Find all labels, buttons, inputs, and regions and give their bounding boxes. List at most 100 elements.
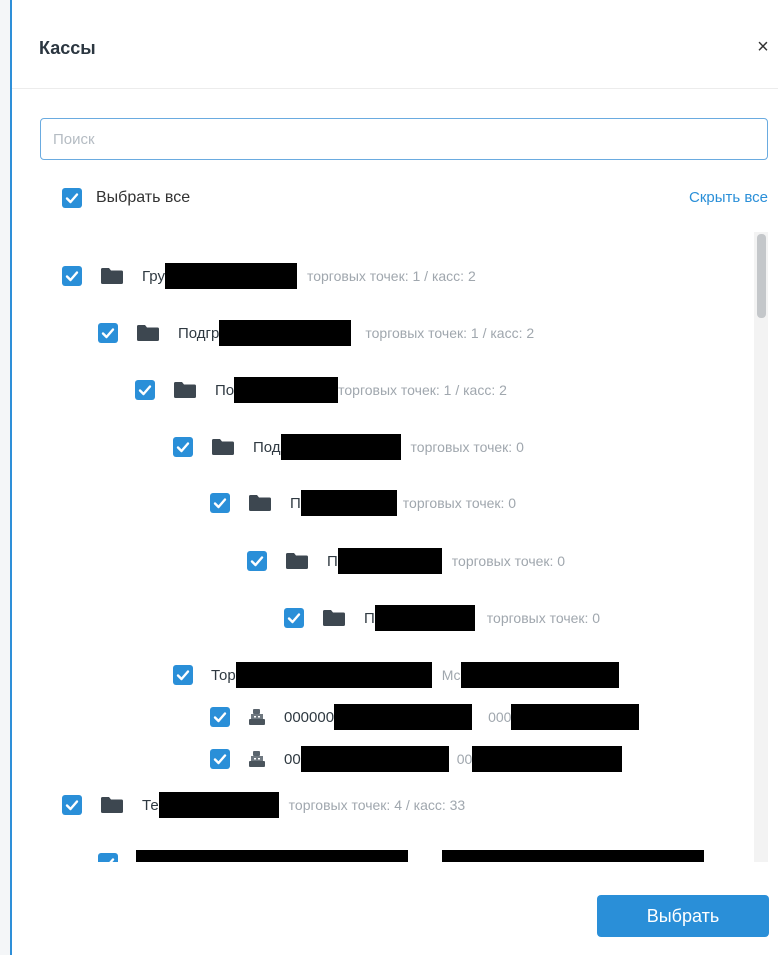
redaction-block <box>300 746 449 772</box>
row-checkbox[interactable] <box>284 608 304 628</box>
tree-item-name: Гру <box>142 263 297 289</box>
tree-row[interactable]: Гру торговых точек: 1 / касс: 2 <box>62 263 476 289</box>
tree-row[interactable]: 00 00 <box>210 746 623 772</box>
tree-item-name-text: П <box>364 609 375 627</box>
row-checkbox[interactable] <box>62 795 82 815</box>
tree-item-meta-text: торговых точек: 0 <box>486 610 601 626</box>
scrollbar[interactable] <box>754 232 768 862</box>
row-checkbox[interactable] <box>173 665 193 685</box>
tree-item-name: Те <box>142 792 279 818</box>
tree-item-name: Под <box>253 434 401 460</box>
tree-item-meta: торговых точек: 0 <box>452 553 565 569</box>
redaction-block <box>280 434 401 460</box>
redaction-block <box>235 662 432 688</box>
tree-item-meta-text: торговых точек: 0 <box>402 495 517 511</box>
folder-icon <box>211 438 235 456</box>
hide-all-link[interactable]: Скрыть все <box>689 189 768 206</box>
folder-icon <box>136 324 160 342</box>
tree-item-name-text: Тор <box>211 666 236 684</box>
redaction-block <box>164 263 297 289</box>
tree-item-name: П <box>364 605 475 631</box>
checkbox-checked-icon[interactable] <box>62 188 82 208</box>
tree-item-meta-text: торговых точек: 0 <box>410 439 524 455</box>
redaction-block <box>300 490 397 516</box>
tree-row[interactable]: Пторговых точек: 0 <box>210 490 516 516</box>
tree-row[interactable] <box>98 850 704 862</box>
row-checkbox[interactable] <box>98 323 118 343</box>
folder-icon <box>173 381 197 399</box>
redaction-block <box>136 850 408 862</box>
tree-item-name-text: Под <box>253 438 281 456</box>
tree-row[interactable]: Под торговых точек: 0 <box>173 434 524 460</box>
tree-item-meta-text: Мс <box>441 667 461 683</box>
tree-item-meta: Мс <box>442 662 619 688</box>
tree-item-meta: торговых точек: 0 <box>411 439 524 455</box>
tree-item-name: 00 <box>284 746 449 772</box>
row-checkbox[interactable] <box>247 551 267 571</box>
redaction-block <box>337 548 442 574</box>
redaction-block <box>219 320 352 346</box>
redaction-block <box>511 704 640 730</box>
tree-item-name-text: По <box>215 381 235 399</box>
tree-item-meta-text: торговых точек: 1 / касс: 2 <box>306 268 476 284</box>
row-checkbox[interactable] <box>210 749 230 769</box>
tree-item-name: 000000 <box>284 704 473 730</box>
tree-item-meta-text: торговых точек: 1 / касс: 2 <box>365 325 535 341</box>
tree-row[interactable]: Подгр торговых точек: 1 / касс: 2 <box>98 320 534 346</box>
tree-item-name: Подгр <box>178 320 352 346</box>
tree-item-name-text: Подгр <box>178 324 220 342</box>
row-checkbox[interactable] <box>210 493 230 513</box>
cash-registers-dialog: Кассы × Выбрать все Скрыть все Гру торгов… <box>10 0 778 955</box>
select-all-label: Выбрать все <box>96 189 191 206</box>
tree-item-meta: торговых точек: 1 / касс: 2 <box>338 382 507 398</box>
tree-container: Гру торговых точек: 1 / касс: 2 Подгр торго… <box>40 232 740 862</box>
row-checkbox[interactable] <box>62 266 82 286</box>
tree-item-name-text: Гру <box>142 267 165 285</box>
tree-row[interactable]: Тор Мс <box>173 662 619 688</box>
dialog-title: Кассы <box>39 38 96 58</box>
tree-item-meta-text: торговых точек: 0 <box>451 553 566 569</box>
tree-row[interactable]: 000000 000 <box>210 704 640 730</box>
search-input[interactable] <box>40 118 768 160</box>
folder-icon <box>100 796 124 814</box>
tree-item-meta: торговых точек: 1 / касс: 2 <box>365 325 534 341</box>
scrollbar-thumb[interactable] <box>757 234 766 318</box>
select-all-checkbox[interactable]: Выбрать все <box>62 187 190 209</box>
tree-item-meta <box>442 850 704 862</box>
tree-item-name-text: 00 <box>284 750 301 768</box>
row-checkbox[interactable] <box>173 437 193 457</box>
tree-item-meta-text: торговых точек: 1 / касс: 2 <box>338 382 507 398</box>
tree-item-name-text: 000000 <box>284 708 335 726</box>
select-button[interactable]: Выбрать <box>597 895 769 937</box>
close-icon[interactable]: × <box>752 36 774 58</box>
tree-item-meta: торговых точек: 4 / касс: 33 <box>289 797 466 813</box>
redaction-block <box>158 792 279 818</box>
tree-item-meta: торговых точек: 0 <box>487 610 600 626</box>
tree-item-name-text: П <box>327 552 338 570</box>
row-checkbox[interactable] <box>98 853 118 862</box>
tree-item-meta: 00 <box>457 746 623 772</box>
cash-register-icon <box>248 708 266 726</box>
dialog-header: Кассы × <box>12 0 778 89</box>
tree-item-meta-text: 000 <box>488 709 512 725</box>
tree-item-meta: 000 <box>488 704 640 730</box>
redaction-block <box>234 377 339 403</box>
folder-icon <box>100 267 124 285</box>
tree-item-name: П <box>327 548 442 574</box>
tree-row[interactable]: Пторговых точек: 0 <box>284 605 600 631</box>
tree-row[interactable]: Те торговых точек: 4 / касс: 33 <box>62 792 465 818</box>
redaction-block <box>334 704 473 730</box>
redaction-block <box>472 746 623 772</box>
tree-item-name <box>136 850 408 862</box>
tree-item-meta: торговых точек: 0 <box>403 495 516 511</box>
tree-row[interactable]: Пторговых точек: 0 <box>247 548 565 574</box>
tree-item-name: П <box>290 490 397 516</box>
tree-item-meta: торговых точек: 1 / касс: 2 <box>307 268 476 284</box>
row-checkbox[interactable] <box>210 707 230 727</box>
tree-item-meta-text: торговых точек: 4 / касс: 33 <box>288 797 466 813</box>
row-checkbox[interactable] <box>135 380 155 400</box>
tree-list[interactable]: Гру торговых точек: 1 / касс: 2 Подгр торго… <box>40 232 768 862</box>
cash-register-icon <box>248 750 266 768</box>
folder-icon <box>285 552 309 570</box>
tree-row[interactable]: По торговых точек: 1 / касс: 2 <box>135 377 507 403</box>
